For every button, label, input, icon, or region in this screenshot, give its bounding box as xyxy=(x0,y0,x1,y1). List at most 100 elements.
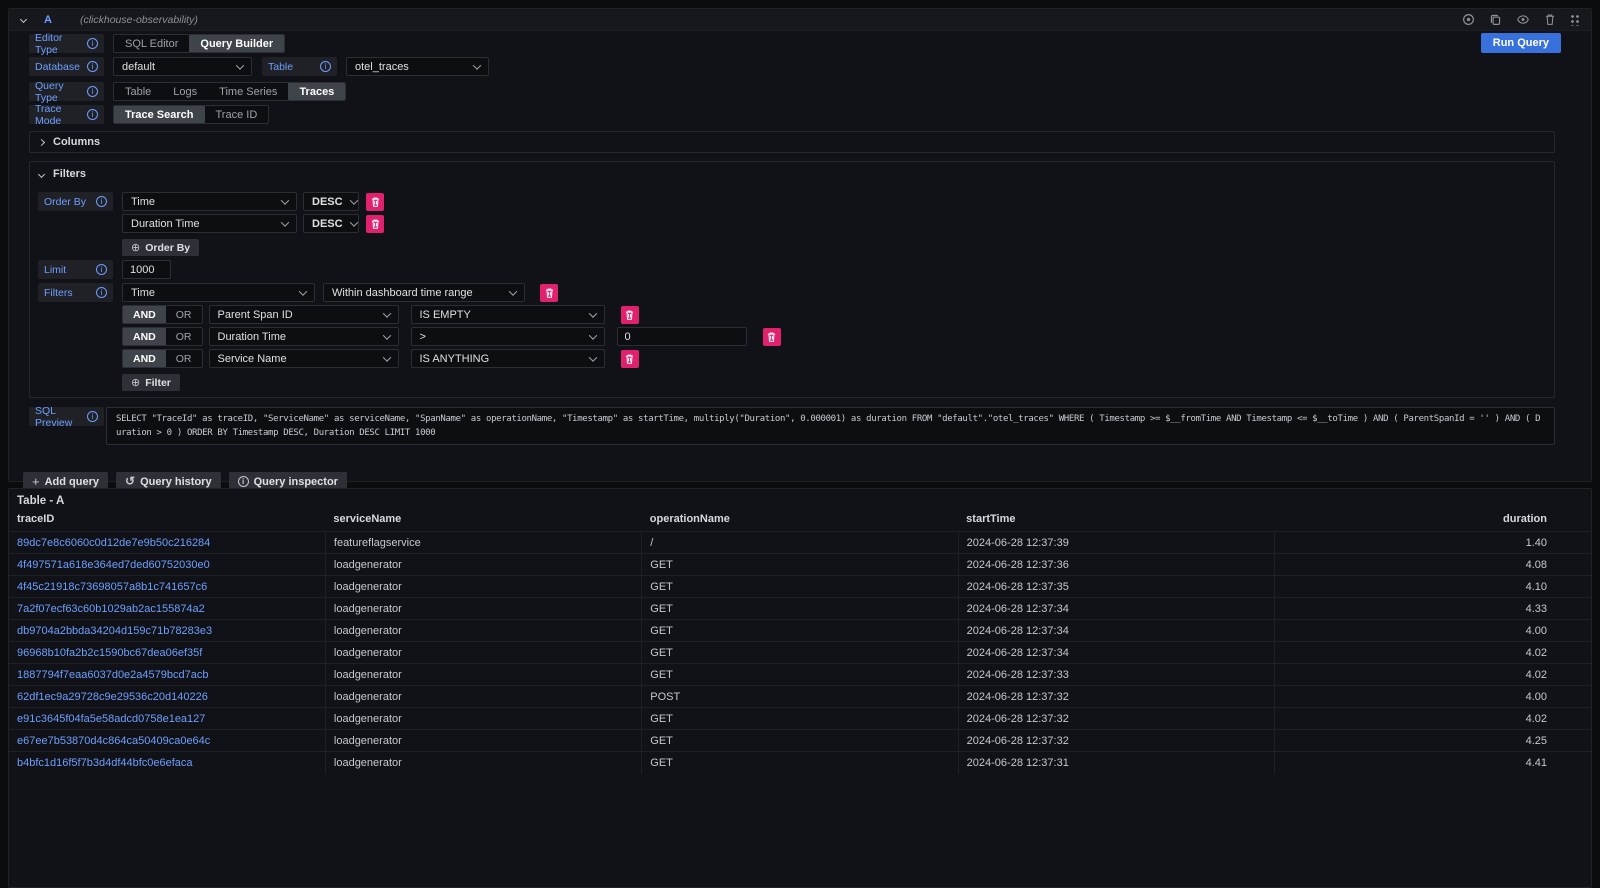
run-query-button[interactable]: Run Query xyxy=(1481,33,1561,53)
collapse-chevron-icon[interactable] xyxy=(20,16,27,23)
conjunction-and[interactable]: AND xyxy=(123,306,166,323)
plus-circle-icon: ⊕ xyxy=(131,376,140,389)
chevron-down-icon xyxy=(473,61,481,69)
help-circle-icon[interactable] xyxy=(1462,13,1475,26)
option-traces[interactable]: Traces xyxy=(288,83,345,100)
info-icon[interactable]: i xyxy=(96,264,107,275)
filter-operator-select[interactable]: Within dashboard time range xyxy=(323,283,525,302)
filter-field-select[interactable]: Service Name xyxy=(209,349,399,368)
conjunction-or[interactable]: OR xyxy=(166,328,202,345)
filter-operator-select[interactable]: IS EMPTY xyxy=(411,305,605,324)
column-header-startTime[interactable]: startTime xyxy=(958,512,1274,532)
trace-mode-label: Trace Mode i xyxy=(29,105,104,124)
info-icon[interactable]: i xyxy=(320,61,331,72)
info-icon[interactable]: i xyxy=(87,411,98,422)
option-time-series[interactable]: Time Series xyxy=(208,83,288,100)
cell-traceID[interactable]: 89dc7e8c6060c0d12de7e9b50c216284 xyxy=(9,532,325,554)
sql-preview-text: SELECT "TraceId" as traceID, "ServiceNam… xyxy=(106,407,1555,445)
chevron-down-icon xyxy=(281,196,289,204)
trash-icon xyxy=(625,310,634,320)
order-by-field-select[interactable]: Time xyxy=(122,192,297,211)
cell-startTime: 2024-06-28 12:37:36 xyxy=(958,554,1274,576)
database-select[interactable]: default xyxy=(113,57,252,76)
option-query-builder[interactable]: Query Builder xyxy=(189,35,284,52)
table-header-row: traceIDserviceNameoperationNamestartTime… xyxy=(9,512,1591,532)
info-icon[interactable]: i xyxy=(96,287,107,298)
info-icon[interactable]: i xyxy=(87,86,98,97)
trace-mode-row: Trace Mode i Trace SearchTrace ID xyxy=(29,105,1555,124)
column-header-operationName[interactable]: operationName xyxy=(642,512,958,532)
info-icon[interactable]: i xyxy=(87,109,98,120)
info-icon[interactable]: i xyxy=(87,38,98,49)
conjunction-or[interactable]: OR xyxy=(166,350,202,367)
cell-traceID[interactable]: 96968b10fa2b2c1590bc67dea06ef35f xyxy=(9,642,325,664)
database-table-row: Database i default Table i otel_traces xyxy=(29,57,1555,76)
filters-section-header[interactable]: Filters xyxy=(38,164,1546,184)
column-header-duration[interactable]: duration xyxy=(1275,512,1591,532)
limit-input[interactable] xyxy=(122,260,171,279)
drag-handle-icon[interactable] xyxy=(1570,13,1579,26)
remove-filter-button[interactable] xyxy=(763,328,781,346)
remove-order-by-button[interactable] xyxy=(366,193,384,211)
cell-serviceName: featureflagservice xyxy=(325,532,641,554)
cell-serviceName: loadgenerator xyxy=(325,730,641,752)
filter-condition-row: AND OR Service Name IS ANYTHING xyxy=(122,349,781,368)
chevron-down-icon xyxy=(349,218,357,226)
conjunction-and[interactable]: AND xyxy=(123,350,166,367)
filter-operator-select[interactable]: > xyxy=(411,327,605,346)
editor-type-row: Editor Type i SQL EditorQuery Builder xyxy=(29,34,1555,53)
columns-section-header[interactable]: Columns xyxy=(30,132,1554,152)
cell-operationName: GET xyxy=(642,730,958,752)
add-filter-button[interactable]: ⊕ Filter xyxy=(122,374,180,391)
table-select[interactable]: otel_traces xyxy=(346,57,489,76)
cell-serviceName: loadgenerator xyxy=(325,598,641,620)
filter-operator-select[interactable]: IS ANYTHING xyxy=(411,349,605,368)
info-icon[interactable]: i xyxy=(96,196,107,207)
option-logs[interactable]: Logs xyxy=(162,83,208,100)
info-icon[interactable]: i xyxy=(87,61,98,72)
conjunction-and[interactable]: AND xyxy=(123,328,166,345)
plus-circle-icon: ⊕ xyxy=(131,241,140,254)
trash-icon[interactable] xyxy=(1544,13,1556,26)
cell-operationName: POST xyxy=(642,686,958,708)
cell-traceID[interactable]: 1887794f7eaa6037d0e2a4579bcd7acb xyxy=(9,664,325,686)
chevron-down-icon xyxy=(588,353,596,361)
cell-duration: 4.00 xyxy=(1275,686,1591,708)
filter-field-select[interactable]: Time xyxy=(122,283,315,302)
query-editor-panel: A (clickhouse-observability) Run Query E… xyxy=(8,8,1592,482)
remove-order-by-button[interactable] xyxy=(366,215,384,233)
order-direction-select[interactable]: DESC xyxy=(303,192,359,211)
option-table[interactable]: Table xyxy=(114,83,162,100)
order-direction-select[interactable]: DESC xyxy=(303,214,359,233)
cell-traceID[interactable]: 4f45c21918c73698057a8b1c741657c6 xyxy=(9,576,325,598)
remove-filter-button[interactable] xyxy=(621,350,639,368)
info-circle-icon: i xyxy=(238,476,249,487)
cell-traceID[interactable]: e67ee7b53870d4c864ca50409ca0e64c xyxy=(9,730,325,752)
cell-traceID[interactable]: 62df1ec9a29728c9e29536c20d140226 xyxy=(9,686,325,708)
eye-icon[interactable] xyxy=(1516,13,1530,26)
filter-value-input[interactable] xyxy=(617,327,747,346)
option-sql-editor[interactable]: SQL Editor xyxy=(114,35,189,52)
filter-field-select[interactable]: Parent Span ID xyxy=(209,305,399,324)
cell-traceID[interactable]: 4f497571a618e364ed7ded60752030e0 xyxy=(9,554,325,576)
duplicate-icon[interactable] xyxy=(1489,13,1502,26)
column-header-traceID[interactable]: traceID xyxy=(9,512,325,532)
table-row: e67ee7b53870d4c864ca50409ca0e64cloadgene… xyxy=(9,730,1591,752)
filter-field-select[interactable]: Duration Time xyxy=(209,327,399,346)
order-by-field-select[interactable]: Duration Time xyxy=(122,214,297,233)
cell-traceID[interactable]: 7a2f07ecf63c60b1029ab2ac155874a2 xyxy=(9,598,325,620)
order-by-group: Order By i Time DESC Duration Time DESC xyxy=(38,192,1546,256)
sql-preview-label: SQL Preview i xyxy=(29,407,104,426)
cell-traceID[interactable]: e91c3645f04fa5e58adcd0758e1ea127 xyxy=(9,708,325,730)
cell-traceID[interactable]: b4bfc1d16f5f7b3d4df44bfc0e6efaca xyxy=(9,752,325,774)
add-order-by-button[interactable]: ⊕ Order By xyxy=(122,239,199,256)
cell-serviceName: loadgenerator xyxy=(325,752,641,774)
remove-filter-button[interactable] xyxy=(621,306,639,324)
remove-filter-button[interactable] xyxy=(540,284,558,302)
cell-traceID[interactable]: db9704a2bbda34204d159c71b78283e3 xyxy=(9,620,325,642)
option-trace-search[interactable]: Trace Search xyxy=(114,106,205,123)
conjunction-or[interactable]: OR xyxy=(166,306,202,323)
query-row-actions xyxy=(1462,13,1579,26)
column-header-serviceName[interactable]: serviceName xyxy=(325,512,641,532)
option-trace-id[interactable]: Trace ID xyxy=(205,106,269,123)
